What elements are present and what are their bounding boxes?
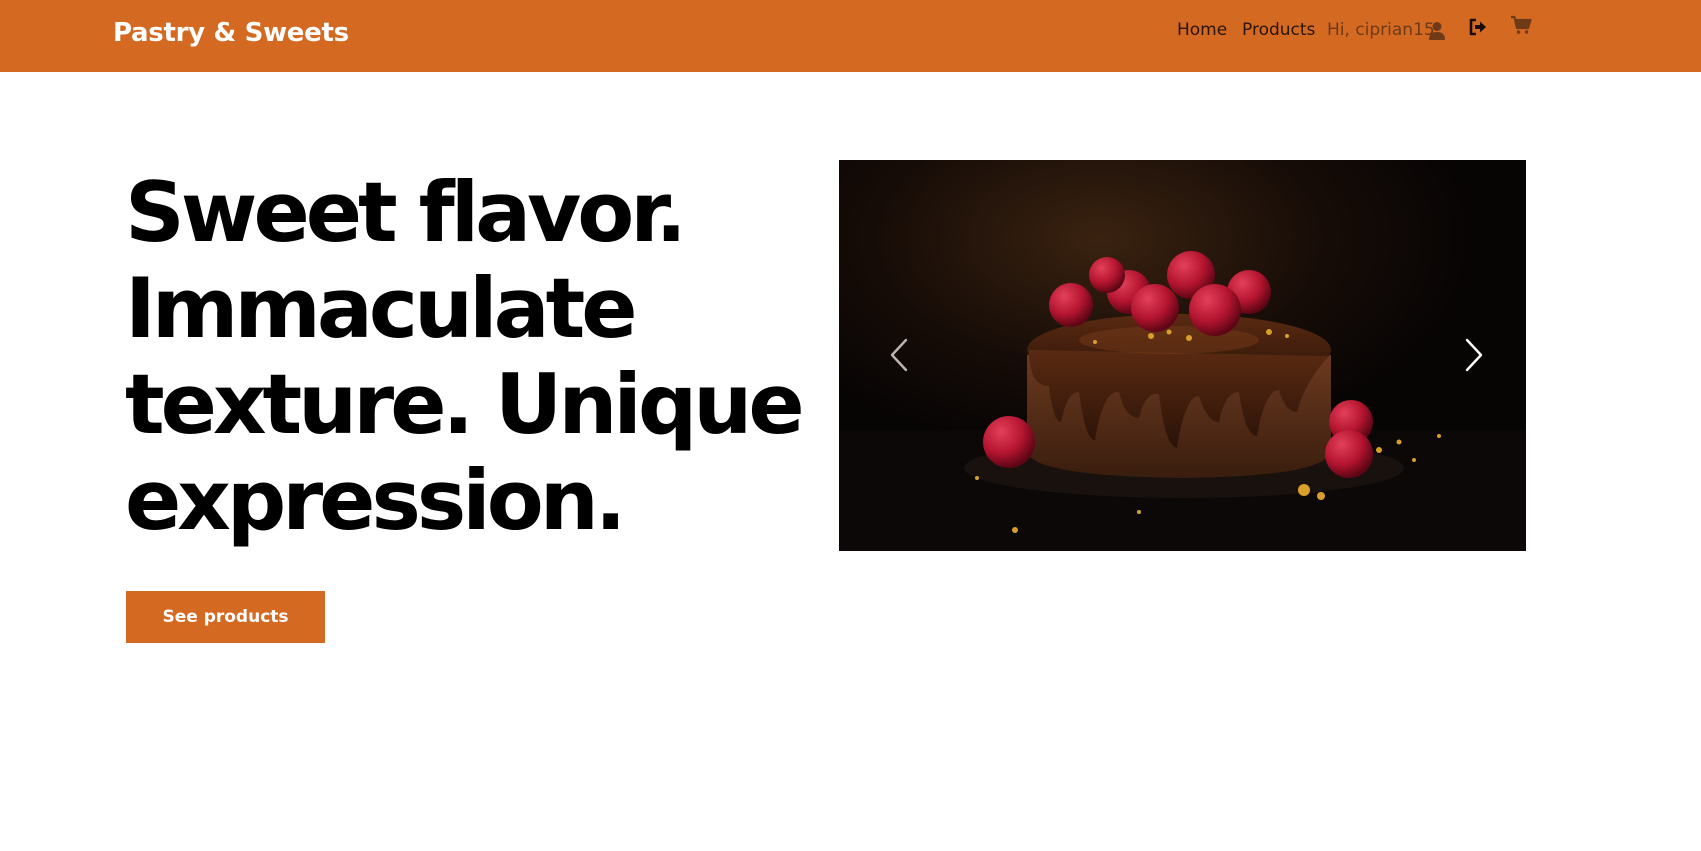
nav-link-home[interactable]: Home (1177, 20, 1227, 40)
user-greeting[interactable]: Hi, ciprian15 (1327, 20, 1435, 40)
headline-line-1: Sweet flavor. (125, 164, 687, 261)
logout-icon[interactable] (1468, 17, 1488, 37)
headline-line-2: Immaculate (125, 260, 638, 357)
headline-line-4: expression. (125, 452, 626, 549)
hero-carousel (839, 160, 1526, 551)
chevron-left-icon[interactable] (879, 330, 919, 380)
carousel-image-chocolate-cake (839, 160, 1526, 551)
user-icon[interactable] (1428, 21, 1446, 41)
nav-link-products[interactable]: Products (1242, 20, 1315, 40)
hero-headline: Sweet flavor. Immaculate texture. Unique… (125, 165, 805, 549)
see-products-button[interactable]: See products (126, 591, 325, 643)
brand-logo-link[interactable]: Pastry & Sweets (113, 18, 349, 48)
cart-icon[interactable] (1510, 15, 1532, 35)
chevron-right-icon[interactable] (1454, 330, 1494, 380)
navbar: Pastry & Sweets Home Products Hi, cipria… (0, 0, 1701, 72)
headline-line-3: texture. Unique (125, 356, 805, 453)
